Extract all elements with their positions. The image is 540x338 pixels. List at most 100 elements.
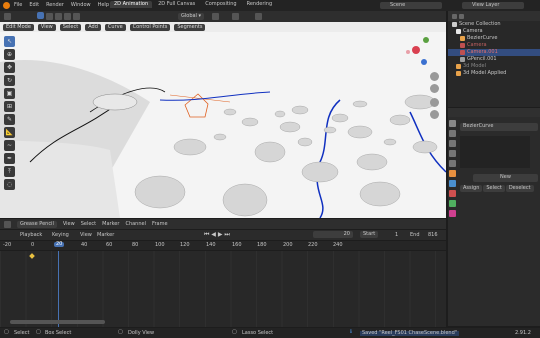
tool-tab-icon[interactable] [449, 120, 456, 127]
scale-tool-icon[interactable]: ▣ [4, 88, 15, 99]
outliner: Scene Collection Camera BezierCurve Came… [448, 11, 540, 107]
mode-icon-5[interactable] [73, 13, 80, 20]
outliner-item-beziercurve[interactable]: BezierCurve [448, 35, 540, 42]
select-tool-icon[interactable]: ↖ [4, 36, 15, 47]
tab-2d-full-canvas[interactable]: 2D Full Canvas [154, 1, 199, 8]
viewport-scene [0, 37, 446, 218]
outliner-item-camera-2[interactable]: Camera [448, 42, 540, 49]
mode-icon-4[interactable] [64, 13, 71, 20]
playback-dropdown[interactable]: Playback [20, 233, 42, 238]
camera-view-icon[interactable] [430, 98, 439, 107]
material-tab-icon[interactable] [449, 210, 456, 217]
render-tab-icon[interactable] [449, 130, 456, 137]
current-frame-marker[interactable]: 20 [54, 242, 65, 247]
end-frame-field[interactable]: 816 [428, 233, 438, 238]
start-label: Start [360, 231, 379, 238]
grease-pencil-dropdown[interactable]: Grease Pencil [17, 220, 57, 228]
ortho-icon[interactable] [430, 110, 439, 119]
editor-type-icon[interactable] [4, 220, 11, 228]
timeline-menu-frame[interactable]: Frame [152, 221, 168, 227]
menu-edit[interactable]: Edit [29, 3, 39, 8]
dopesheet-area[interactable] [0, 251, 446, 327]
menu-segments[interactable]: Segments [174, 23, 206, 31]
scroll-handle[interactable] [10, 320, 105, 324]
scene-tab-icon[interactable] [449, 150, 456, 157]
3d-viewport[interactable] [0, 22, 446, 218]
view-layer-selector[interactable]: View Layer [462, 2, 524, 9]
assign-button[interactable]: Assign [460, 185, 483, 192]
playback-menu-marker[interactable]: Marker [97, 233, 114, 238]
deselect-button[interactable]: Deselect [505, 185, 534, 192]
annotate-tool-icon[interactable]: ✎ [4, 114, 15, 125]
material-slots-list[interactable] [460, 136, 530, 168]
new-material-button[interactable]: New [473, 174, 538, 182]
object-tab-icon[interactable] [449, 170, 456, 177]
timeline-menu-view[interactable]: View [63, 221, 75, 227]
playhead[interactable] [58, 251, 59, 327]
scene-collection[interactable]: Scene Collection [448, 21, 540, 28]
output-tab-icon[interactable] [449, 140, 456, 147]
mode-icon-3[interactable] [55, 13, 62, 20]
extrude-tool-icon[interactable]: ⤒ [4, 166, 15, 177]
world-tab-icon[interactable] [449, 160, 456, 167]
mouse-middle-icon: ▢ [118, 329, 123, 335]
current-frame-field[interactable]: 20 [313, 231, 353, 238]
move-tool-icon[interactable]: ✥ [4, 62, 15, 73]
menu-add[interactable]: Add [85, 23, 101, 31]
filter-icon[interactable] [452, 13, 457, 19]
constraint-tab-icon[interactable] [449, 190, 456, 197]
menu-view[interactable]: View [37, 23, 56, 31]
timeline-menu-channel[interactable]: Channel [125, 221, 146, 227]
measure-tool-icon[interactable]: 📐 [4, 127, 15, 138]
rotate-tool-icon[interactable]: ↻ [4, 75, 15, 86]
outliner-item-3d-model[interactable]: 3d Model [448, 63, 540, 70]
tab-rendering[interactable]: Rendering [243, 1, 277, 8]
search-icon[interactable] [459, 13, 464, 19]
proportional-icon[interactable] [255, 13, 262, 20]
menu-select[interactable]: Select [59, 23, 82, 31]
keying-dropdown[interactable]: Keying [52, 233, 69, 238]
playback-menu-view[interactable]: View [80, 233, 92, 238]
mode-icon-1[interactable] [37, 12, 44, 19]
curve-icon [460, 36, 465, 41]
timeline-menu-select[interactable]: Select [81, 221, 96, 227]
zoom-icon[interactable] [430, 72, 439, 81]
radius-tool-icon[interactable]: ◌ [4, 179, 15, 190]
outliner-item-camera[interactable]: Camera [448, 28, 540, 35]
menu-control-points[interactable]: Control Points [129, 23, 171, 31]
draw-tool-icon[interactable]: ~ [4, 140, 15, 151]
pan-icon[interactable] [430, 84, 439, 93]
menu-render[interactable]: Render [46, 3, 64, 8]
keyframe-icon[interactable] [29, 253, 35, 259]
select-mode-icon[interactable] [4, 13, 11, 20]
outliner-item-3d-model-applied[interactable]: 3d Model Applied [448, 70, 540, 77]
pen-tool-icon[interactable]: ✒ [4, 153, 15, 164]
mode-dropdown[interactable]: Edit Mode [3, 23, 34, 31]
menu-curve[interactable]: Curve [104, 23, 126, 31]
camera-icon [460, 43, 465, 48]
snap-icon[interactable] [232, 13, 239, 20]
outliner-item-gpencil[interactable]: GPencil.001 [448, 56, 540, 63]
transform-tool-icon[interactable]: ⊞ [4, 101, 15, 112]
tab-2d-animation[interactable]: 2D Animation [110, 1, 153, 8]
object-name-field[interactable]: BezierCurve [460, 123, 538, 131]
select-button[interactable]: Select [483, 185, 505, 192]
outliner-item-camera-001[interactable]: Camera.001 [448, 49, 540, 56]
menu-help[interactable]: Help [98, 3, 109, 8]
pivot-icon[interactable] [212, 13, 219, 20]
scene-selector[interactable]: Scene [380, 2, 442, 9]
tab-compositing[interactable]: Compositing [201, 1, 240, 8]
playback-controls-icon[interactable]: ⏮ ◀ ▶ ⏭ [204, 232, 230, 238]
menu-window[interactable]: Window [71, 3, 91, 8]
menu-file[interactable]: File [14, 3, 22, 8]
timeline-menu-marker[interactable]: Marker [102, 221, 119, 227]
transform-orientation[interactable]: Global ▾ [178, 13, 205, 20]
tick-label: 220 [308, 242, 318, 248]
modifier-tab-icon[interactable] [449, 180, 456, 187]
blender-logo-icon[interactable] [3, 2, 10, 9]
data-tab-icon[interactable] [449, 200, 456, 207]
start-frame-field[interactable]: 1 [395, 233, 398, 238]
timeline-ruler[interactable]: -20 0 20 40 60 80 100 120 140 160 180 20… [0, 241, 446, 250]
mode-icon-2[interactable] [46, 13, 53, 20]
cursor-tool-icon[interactable]: ⊕ [4, 49, 15, 60]
